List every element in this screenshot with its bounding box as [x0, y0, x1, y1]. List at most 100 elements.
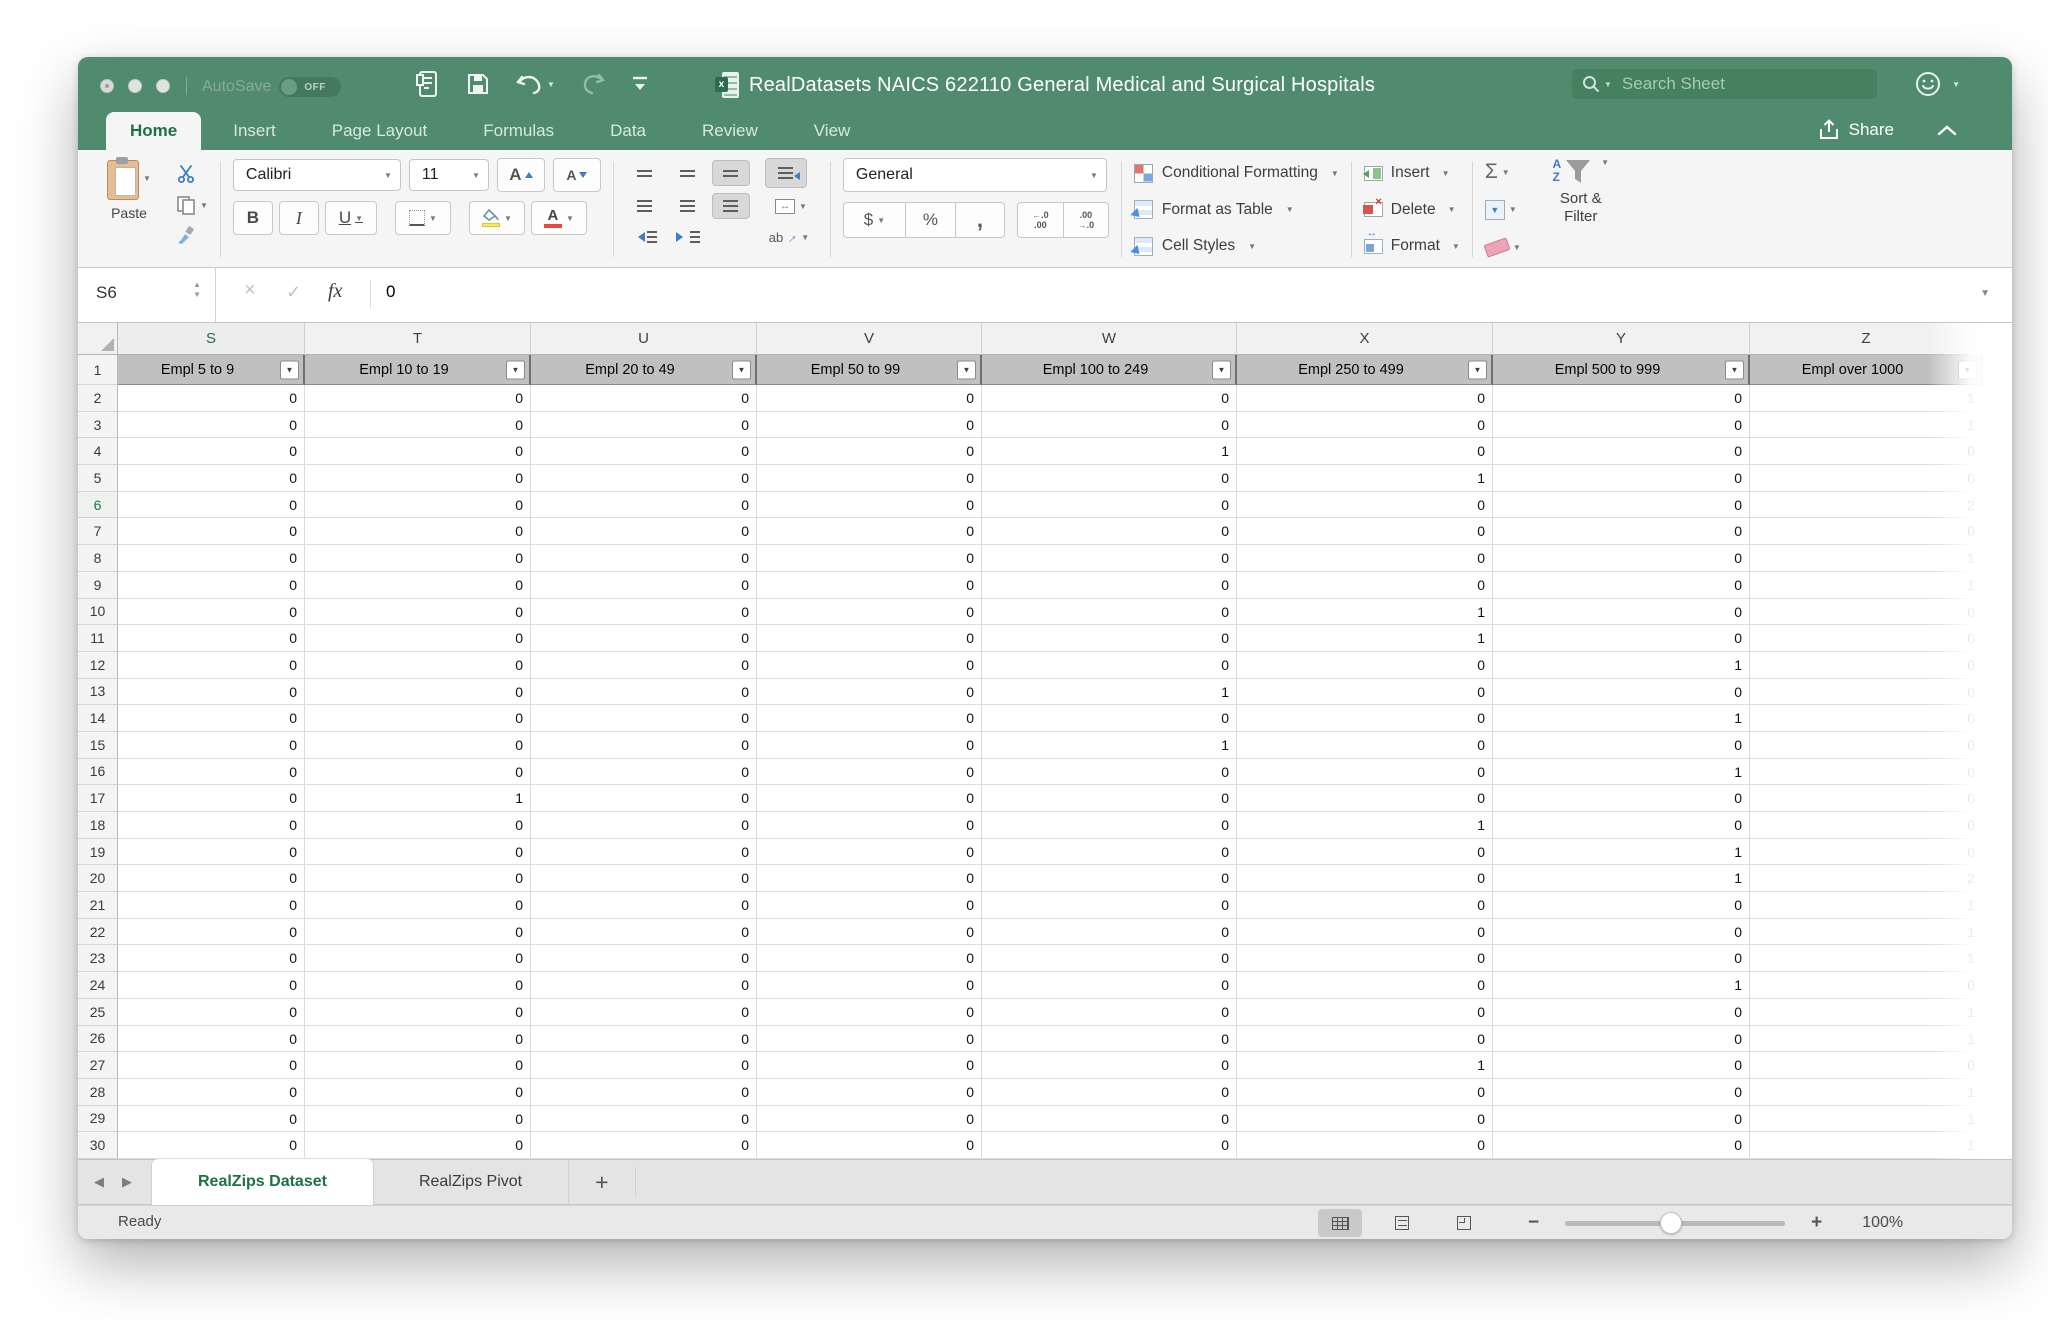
- row-number-18[interactable]: 18: [78, 812, 118, 839]
- cell-T2[interactable]: 0: [305, 385, 531, 412]
- cell-W25[interactable]: 0: [982, 999, 1237, 1026]
- cell-U27[interactable]: 0: [531, 1052, 757, 1079]
- cell-T20[interactable]: 0: [305, 865, 531, 892]
- row-number-30[interactable]: 30: [78, 1132, 118, 1159]
- cell-V16[interactable]: 0: [757, 759, 982, 786]
- cell-Y11[interactable]: 0: [1493, 625, 1750, 652]
- cell-X25[interactable]: 0: [1237, 999, 1493, 1026]
- window-zoom-button[interactable]: [156, 79, 170, 93]
- format-cells-button[interactable]: Format ▼: [1364, 233, 1460, 259]
- format-as-table-button[interactable]: Format as Table ▼: [1134, 197, 1339, 223]
- cell-S8[interactable]: 0: [118, 545, 305, 572]
- cell-X30[interactable]: 0: [1237, 1132, 1493, 1159]
- cell-T13[interactable]: 0: [305, 679, 531, 706]
- row-number-4[interactable]: 4: [78, 438, 118, 465]
- cell-Z26[interactable]: 1: [1750, 1026, 1983, 1053]
- cell-S14[interactable]: 0: [118, 705, 305, 732]
- row-number-25[interactable]: 25: [78, 999, 118, 1026]
- cell-X20[interactable]: 0: [1237, 865, 1493, 892]
- cell-Z19[interactable]: 0: [1750, 839, 1983, 866]
- select-all-corner[interactable]: [78, 323, 118, 355]
- undo-dropdown-caret[interactable]: ▼: [547, 80, 555, 89]
- filter-dropdown-T[interactable]: ▼: [506, 360, 525, 379]
- decrease-font-size-button[interactable]: A: [553, 158, 601, 192]
- header-cell-U1[interactable]: Empl 20 to 49▼: [531, 355, 757, 385]
- cell-V12[interactable]: 0: [757, 652, 982, 679]
- page-layout-view-button[interactable]: [1380, 1209, 1424, 1237]
- font-color-caret[interactable]: ▼: [566, 214, 574, 223]
- cell-X4[interactable]: 0: [1237, 438, 1493, 465]
- cell-V10[interactable]: 0: [757, 599, 982, 626]
- row-number-8[interactable]: 8: [78, 545, 118, 572]
- cell-X6[interactable]: 0: [1237, 492, 1493, 519]
- cell-U25[interactable]: 0: [531, 999, 757, 1026]
- cell-Y8[interactable]: 0: [1493, 545, 1750, 572]
- new-workbook-button[interactable]: [416, 71, 440, 97]
- cell-U3[interactable]: 0: [531, 412, 757, 439]
- cell-U10[interactable]: 0: [531, 599, 757, 626]
- cell-Z23[interactable]: 1: [1750, 945, 1983, 972]
- cell-T7[interactable]: 0: [305, 518, 531, 545]
- cell-S20[interactable]: 0: [118, 865, 305, 892]
- row-number-14[interactable]: 14: [78, 705, 118, 732]
- column-header-Y[interactable]: Y: [1493, 323, 1750, 355]
- row-number-21[interactable]: 21: [78, 892, 118, 919]
- cell-U12[interactable]: 0: [531, 652, 757, 679]
- header-cell-S1[interactable]: Empl 5 to 9▼: [118, 355, 305, 385]
- borders-button[interactable]: ▼: [395, 201, 451, 235]
- column-header-S[interactable]: S: [118, 323, 305, 355]
- cell-Z30[interactable]: 1: [1750, 1132, 1983, 1159]
- autosum-button[interactable]: Σ ▼: [1485, 159, 1521, 185]
- cell-Z5[interactable]: 0: [1750, 465, 1983, 492]
- row-number-19[interactable]: 19: [78, 839, 118, 866]
- align-right-button[interactable]: [712, 193, 750, 219]
- cell-V4[interactable]: 0: [757, 438, 982, 465]
- filter-dropdown-S[interactable]: ▼: [280, 360, 299, 379]
- decrease-decimal-button[interactable]: .00→.0: [1063, 202, 1109, 238]
- cell-Z22[interactable]: 1: [1750, 919, 1983, 946]
- cell-X2[interactable]: 0: [1237, 385, 1493, 412]
- cell-Y19[interactable]: 1: [1493, 839, 1750, 866]
- cell-S21[interactable]: 0: [118, 892, 305, 919]
- cell-X17[interactable]: 0: [1237, 785, 1493, 812]
- cell-V8[interactable]: 0: [757, 545, 982, 572]
- ribbon-tab-view[interactable]: View: [790, 112, 875, 150]
- cell-W8[interactable]: 0: [982, 545, 1237, 572]
- column-header-T[interactable]: T: [305, 323, 531, 355]
- align-top-button[interactable]: [626, 160, 664, 186]
- cell-U6[interactable]: 0: [531, 492, 757, 519]
- row-number-26[interactable]: 26: [78, 1026, 118, 1053]
- cell-U14[interactable]: 0: [531, 705, 757, 732]
- cell-Z29[interactable]: 1: [1750, 1106, 1983, 1133]
- row-number-11[interactable]: 11: [78, 625, 118, 652]
- cell-Y28[interactable]: 0: [1493, 1079, 1750, 1106]
- cell-styles-button[interactable]: Cell Styles ▼: [1134, 233, 1339, 259]
- row-number-16[interactable]: 16: [78, 759, 118, 786]
- cell-T17[interactable]: 1: [305, 785, 531, 812]
- cell-U26[interactable]: 0: [531, 1026, 757, 1053]
- cell-V21[interactable]: 0: [757, 892, 982, 919]
- row-number-2[interactable]: 2: [78, 385, 118, 412]
- cell-Y17[interactable]: 0: [1493, 785, 1750, 812]
- font-name-select[interactable]: Calibri ▼: [233, 159, 401, 191]
- row-number-9[interactable]: 9: [78, 572, 118, 599]
- cell-V6[interactable]: 0: [757, 492, 982, 519]
- autosum-caret[interactable]: ▼: [1502, 168, 1510, 177]
- cell-V30[interactable]: 0: [757, 1132, 982, 1159]
- cell-V20[interactable]: 0: [757, 865, 982, 892]
- cell-Z6[interactable]: 2: [1750, 492, 1983, 519]
- page-break-view-button[interactable]: [1442, 1209, 1486, 1237]
- zoom-out-button[interactable]: −: [1528, 1212, 1539, 1234]
- cell-S17[interactable]: 0: [118, 785, 305, 812]
- cell-W21[interactable]: 0: [982, 892, 1237, 919]
- cell-X8[interactable]: 0: [1237, 545, 1493, 572]
- cell-W28[interactable]: 0: [982, 1079, 1237, 1106]
- filter-dropdown-V[interactable]: ▼: [957, 360, 976, 379]
- cell-Y23[interactable]: 0: [1493, 945, 1750, 972]
- cell-T18[interactable]: 0: [305, 812, 531, 839]
- font-size-select[interactable]: 11 ▼: [409, 159, 489, 191]
- cell-X27[interactable]: 1: [1237, 1052, 1493, 1079]
- filter-dropdown-U[interactable]: ▼: [732, 360, 751, 379]
- cell-W15[interactable]: 1: [982, 732, 1237, 759]
- cell-T16[interactable]: 0: [305, 759, 531, 786]
